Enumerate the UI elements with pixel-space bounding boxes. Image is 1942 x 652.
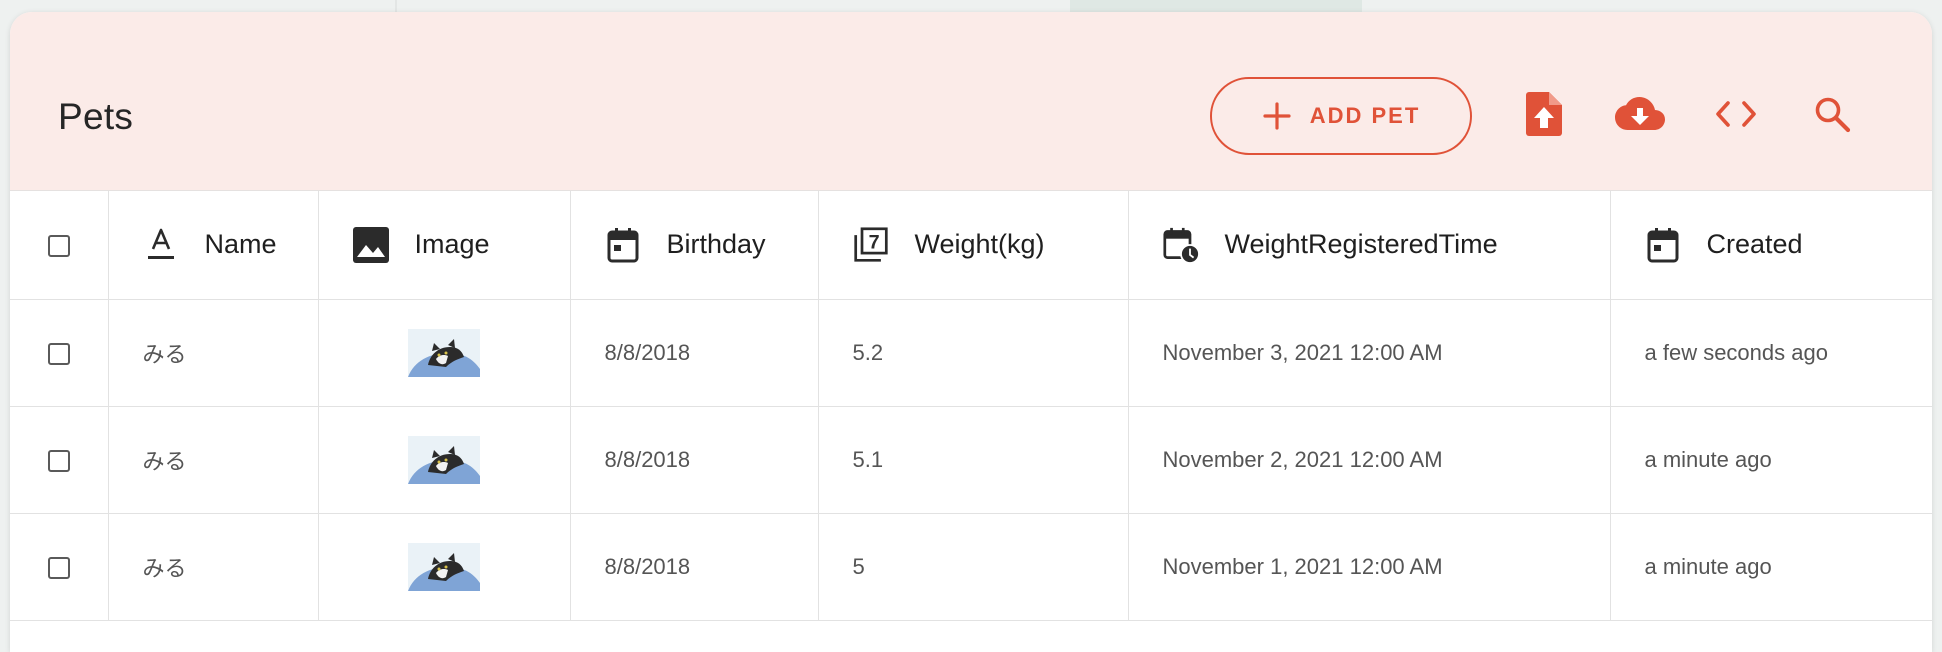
column-label: Image xyxy=(414,229,490,260)
export-button[interactable] xyxy=(1592,76,1688,156)
text-format-icon xyxy=(143,227,179,263)
table-header-bar: Pets ADD PET xyxy=(10,12,1932,191)
calendar-icon xyxy=(1645,227,1681,263)
row-checkbox[interactable] xyxy=(47,449,70,472)
weight-cell[interactable]: 5.1 xyxy=(818,406,1129,514)
weight-registered-cell[interactable]: November 1, 2021 12:00 AM xyxy=(1128,513,1611,621)
select-all-cell xyxy=(10,191,109,300)
select-all-checkbox[interactable] xyxy=(47,235,70,258)
created-cell[interactable]: a minute ago xyxy=(1610,406,1932,514)
page-title: Pets xyxy=(58,96,134,137)
add-pet-label: ADD PET xyxy=(1309,103,1421,128)
table-header-row: Name Image Birthday 7 Weight(kg) WeightR… xyxy=(10,191,1932,300)
birthday-cell[interactable]: 8/8/2018 xyxy=(570,299,819,407)
cat-photo-thumbnail[interactable] xyxy=(408,435,480,484)
name-cell[interactable]: みる xyxy=(108,299,319,407)
pets-table-card: Pets ADD PET Name Image Birthday 7 Weigh… xyxy=(10,12,1932,652)
image-icon xyxy=(352,226,389,263)
table-row[interactable]: みる 8/8/2018 5 xyxy=(10,406,1932,514)
number-icon-digit: 7 xyxy=(868,231,879,253)
search-button[interactable] xyxy=(1784,76,1880,156)
column-label: Birthday xyxy=(666,229,766,260)
weight-registered-cell[interactable]: November 2, 2021 12:00 AM xyxy=(1128,406,1611,514)
column-header-birthday[interactable]: Birthday xyxy=(570,191,819,300)
row-select-cell xyxy=(10,513,109,621)
column-label: WeightRegisteredTime xyxy=(1224,229,1498,260)
column-label: Created xyxy=(1706,229,1803,260)
table-row[interactable]: みる 8/8/2018 5 xyxy=(10,513,1932,621)
add-pet-button[interactable]: ADD PET xyxy=(1210,77,1472,155)
weight-cell[interactable]: 5 xyxy=(818,513,1129,621)
column-header-weight-registered-time[interactable]: WeightRegisteredTime xyxy=(1128,191,1611,300)
calendar-clock-icon xyxy=(1162,227,1199,264)
created-cell[interactable]: a few seconds ago xyxy=(1610,299,1932,407)
image-cell[interactable] xyxy=(318,406,571,514)
birthday-cell[interactable]: 8/8/2018 xyxy=(570,513,819,621)
weight-registered-cell[interactable]: November 3, 2021 12:00 AM xyxy=(1128,299,1611,407)
table-row[interactable]: みる 8/8/2018 5 xyxy=(10,299,1932,407)
row-checkbox[interactable] xyxy=(47,556,70,579)
code-button[interactable] xyxy=(1688,76,1784,156)
column-header-weight[interactable]: 7 Weight(kg) xyxy=(818,191,1129,300)
column-header-created[interactable]: Created xyxy=(1610,191,1932,300)
cloud-download-icon xyxy=(1615,96,1665,136)
import-button[interactable] xyxy=(1496,76,1592,156)
code-icon xyxy=(1715,99,1757,134)
number-icon: 7 xyxy=(853,227,889,263)
file-upload-icon xyxy=(1525,91,1563,142)
image-cell[interactable] xyxy=(318,299,571,407)
search-icon xyxy=(1813,95,1851,138)
birthday-cell[interactable]: 8/8/2018 xyxy=(570,406,819,514)
cat-photo-thumbnail[interactable] xyxy=(408,542,480,591)
column-label: Weight(kg) xyxy=(914,229,1045,260)
cat-photo-thumbnail[interactable] xyxy=(408,328,480,377)
pets-table: Name Image Birthday 7 Weight(kg) WeightR… xyxy=(10,191,1932,621)
column-header-image[interactable]: Image xyxy=(318,191,571,300)
name-cell[interactable]: みる xyxy=(108,406,319,514)
row-checkbox[interactable] xyxy=(47,342,70,365)
toolbar: ADD PET xyxy=(1210,76,1880,156)
row-select-cell xyxy=(10,406,109,514)
created-cell[interactable]: a minute ago xyxy=(1610,513,1932,621)
calendar-icon xyxy=(605,227,641,263)
row-select-cell xyxy=(10,299,109,407)
image-cell[interactable] xyxy=(318,513,571,621)
weight-cell[interactable]: 5.2 xyxy=(818,299,1129,407)
column-header-name[interactable]: Name xyxy=(108,191,319,300)
name-cell[interactable]: みる xyxy=(108,513,319,621)
column-label: Name xyxy=(204,229,277,260)
plus-icon xyxy=(1262,101,1292,131)
